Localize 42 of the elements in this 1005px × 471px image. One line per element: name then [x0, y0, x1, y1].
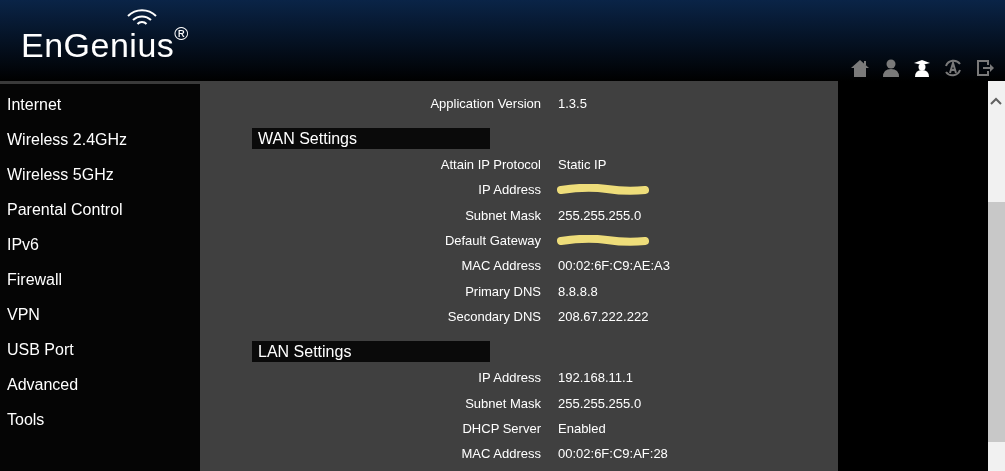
sidebar-item[interactable]: Parental Control — [0, 198, 200, 233]
field-label: Subnet Mask — [464, 206, 541, 225]
field-value: 00:02:6F:C9:AE:A3 — [558, 257, 670, 276]
field-label: IP Address — [477, 369, 541, 388]
field-value: 00:02:6F:C9:AF:28 — [558, 445, 668, 464]
field-label: MAC Address — [460, 445, 541, 464]
field-label: Application Version — [429, 94, 541, 113]
home-icon[interactable] — [849, 57, 871, 79]
refresh-icon[interactable] — [942, 57, 964, 79]
field-label: Attain IP Protocol — [439, 156, 541, 175]
field-label: Primary DNS — [464, 282, 541, 301]
field-value: 255.255.255.0 — [558, 206, 642, 225]
field-label: Default Gateway — [443, 232, 541, 251]
sidebar-item[interactable]: Advanced — [0, 373, 200, 408]
sidebar-item[interactable]: IPv6 — [0, 233, 200, 268]
sidebar-item[interactable]: Internet — [0, 93, 200, 128]
field-label: DHCP Server — [461, 419, 541, 438]
field-label: MAC Address — [460, 257, 541, 276]
scrollbar-track[interactable] — [988, 81, 1005, 471]
sidebar-item[interactable]: Wireless 2.4GHz — [0, 128, 200, 163]
field-value: 255.255.255.0 — [558, 394, 642, 413]
logo-text: EnGenius — [21, 28, 175, 62]
field-label: Subnet Mask — [464, 394, 541, 413]
field-label: Secondary DNS — [446, 307, 541, 326]
field-value: 208.67.222.222 — [558, 307, 649, 326]
sidebar-item[interactable]: VPN — [0, 303, 200, 338]
field-value: 192.168.11.1 — [558, 369, 633, 388]
section-header: WAN Settings — [252, 128, 490, 150]
section-header: LAN Settings — [252, 341, 490, 363]
field-value: 1.3.5 — [558, 94, 587, 113]
sidebar-item[interactable]: Tools — [0, 408, 200, 443]
field-value: Static IP — [558, 156, 607, 175]
sidebar-item[interactable]: Firewall — [0, 268, 200, 303]
user-icon[interactable] — [880, 57, 902, 79]
sidebar-item[interactable]: USB Port — [0, 338, 200, 373]
registered-mark: ® — [174, 24, 189, 43]
scroll-up-icon[interactable] — [990, 97, 1002, 105]
field-value: 8.8.8.8 — [558, 282, 598, 301]
field-value: Enabled — [558, 419, 606, 438]
scrollbar-thumb[interactable] — [988, 202, 1005, 442]
sidebar-item[interactable]: Wireless 5GHz — [0, 163, 200, 198]
field-label: IP Address — [477, 181, 541, 200]
